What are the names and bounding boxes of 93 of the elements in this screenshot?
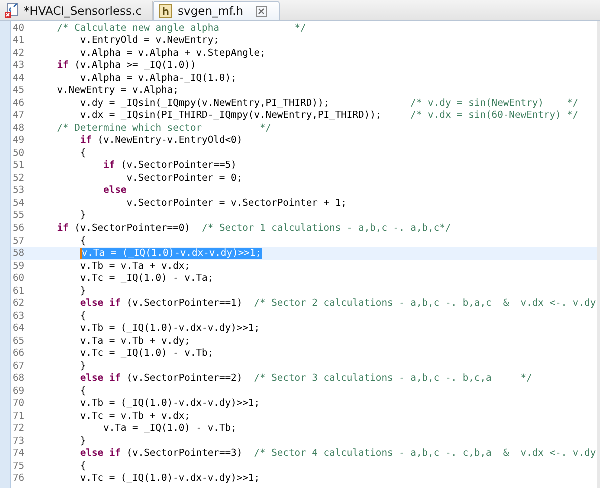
code-text: { <box>80 386 86 397</box>
line-number: 52 <box>12 172 26 184</box>
selected-code: v.Ta = (_IQ(1.0)-v.dx-v.dy)>>1; <box>82 248 262 260</box>
keyword-text: else if <box>80 373 121 384</box>
line-number: 54 <box>12 198 26 209</box>
code-text: v.dy = _IQsin(_IQmpy(v.NewEntry,PI_THIRD)); <box>80 98 331 109</box>
code-comment: /* Determine which sector */ <box>57 122 272 134</box>
text-caret <box>80 248 82 260</box>
code-text: v.Tb = (_IQ(1.0)-v.dx-v.dy)>>1; <box>80 323 260 334</box>
line-number: 60 <box>12 273 26 284</box>
line-number: 63 <box>12 310 26 322</box>
line-number: 66 <box>12 348 26 360</box>
line-number: 64 <box>12 323 26 334</box>
line-number: 58 <box>12 248 26 260</box>
c-file-error-icon <box>4 2 20 18</box>
line-number: 62 <box>12 298 26 310</box>
code-text: v.Tc = _IQ(1.0) - v.Ta; <box>80 273 214 284</box>
code-text: (v.SectorPointer==1) <box>126 298 244 310</box>
line-number: 59 <box>12 260 26 272</box>
close-icon[interactable] <box>256 6 267 16</box>
keyword-text: else <box>104 185 127 196</box>
code-text: (v.SectorPointer==3) <box>126 448 244 460</box>
code-text: } <box>80 286 86 297</box>
code-text: v.Tb = v.Ta + v.dx; <box>80 260 190 272</box>
line-number: 72 <box>12 423 26 434</box>
code-text: v.Tc = v.Tb + v.dx; <box>80 410 190 422</box>
line-number: 48 <box>12 122 26 134</box>
code-text: v.SectorPointer = v.SectorPointer + 1; <box>126 198 347 209</box>
line-number: 69 <box>12 386 26 397</box>
code-text: v.Tc = _IQ(1.0) - v.Tb; <box>80 348 214 360</box>
header-file-icon <box>158 3 174 19</box>
line-number: 44 <box>12 72 26 84</box>
line-number: 70 <box>12 398 26 410</box>
line-number: 53 <box>12 185 26 196</box>
line-number: 75 <box>12 460 26 472</box>
code-text: v.Ta = _IQ(1.0) - v.Tb; <box>104 423 237 434</box>
code-text: } <box>80 436 86 447</box>
keyword-text: if <box>57 60 69 72</box>
code-text: v.NewEntry = v.Alpha; <box>57 85 179 96</box>
line-number: 45 <box>12 85 26 96</box>
code-text: (v.NewEntry-v.EntryOld<0) <box>98 135 243 146</box>
line-number: 65 <box>12 336 26 347</box>
line-number: 67 <box>12 360 26 372</box>
keyword-text: if <box>104 160 116 172</box>
line-number: 50 <box>12 148 26 159</box>
line-number: 47 <box>12 110 26 122</box>
line-number: 43 <box>12 60 26 72</box>
editor-tab[interactable]: *HVACI_Sensorless.c <box>0 1 154 20</box>
code-text: { <box>80 310 86 322</box>
line-number: 46 <box>12 98 26 109</box>
code-text: { <box>80 148 86 159</box>
line-number: 76 <box>12 473 26 484</box>
line-number: 61 <box>12 286 26 297</box>
line-number: 42 <box>12 48 26 59</box>
code-text: } <box>80 360 86 372</box>
keyword-text: if <box>57 223 69 234</box>
code-text: v.Tb = (_IQ(1.0)-v.dx-v.dy)>>1; <box>80 398 260 410</box>
code-text: v.Alpha = v.Alpha-_IQ(1.0); <box>80 72 237 84</box>
code-text: v.Tc = (_IQ(1.0)-v.dx-v.dy)>>1; <box>80 473 260 484</box>
line-number: 57 <box>12 236 26 247</box>
code-comment: /* Sector 1 calculations - a,b,c -. a,b,c*/ <box>202 223 452 234</box>
line-number: 55 <box>12 210 26 222</box>
code-text: (v.SectorPointer==5) <box>120 160 237 172</box>
code-text: { <box>80 460 86 472</box>
code-text: } <box>80 210 86 222</box>
code-comment: /* Sector 3 calculations - a,b,c -. b,c,a */ <box>254 373 532 384</box>
line-number: 49 <box>12 135 26 146</box>
code-text: (v.Alpha >= _IQ(1.0)) <box>74 60 196 72</box>
code-text: v.Alpha = v.Alpha + v.StepAngle; <box>80 48 266 59</box>
code-text: (v.SectorPointer==0) <box>74 223 192 234</box>
line-number: 41 <box>12 35 26 46</box>
code-comment: /* v.dx = sin(60-NewEntry) */ <box>410 110 579 122</box>
code-text: { <box>80 236 86 247</box>
line-number: 56 <box>12 223 26 234</box>
code-text: v.SectorPointer = 0; <box>126 172 243 184</box>
line-number: 74 <box>12 448 26 460</box>
line-number: 51 <box>12 160 26 172</box>
line-number: 68 <box>12 373 26 384</box>
line-number: 71 <box>12 410 26 422</box>
code-comment: /* Sector 4 calculations - a,b,c -. c,b,a & v.dx <-. v.dy <box>254 448 596 460</box>
keyword-text: if <box>80 135 92 146</box>
code-text: (v.SectorPointer==2) <box>126 373 244 384</box>
code-comment: /* Sector 2 calculations - a,b,c -. b,a,c & v.dx <-. v.dy <box>254 298 596 310</box>
keyword-text: else if <box>80 298 121 310</box>
code-comment: /* v.dy = sin(NewEntry) */ <box>410 98 579 109</box>
line-number: 40 <box>12 22 26 34</box>
code-comment: /* Calculate new angle alpha */ <box>57 22 306 34</box>
code-text: v.Ta = v.Tb + v.dy; <box>80 336 190 347</box>
code-text: v.EntryOld = v.NewEntry; <box>80 35 220 46</box>
code-text: v.dx = _IQsin(PI_THIRD-_IQmpy(v.NewEntry,PI_THIRD)); <box>80 110 383 122</box>
keyword-text: else if <box>80 448 121 460</box>
editor-tab[interactable]: svgen_mf.h <box>153 1 280 20</box>
line-number: 73 <box>12 436 26 447</box>
